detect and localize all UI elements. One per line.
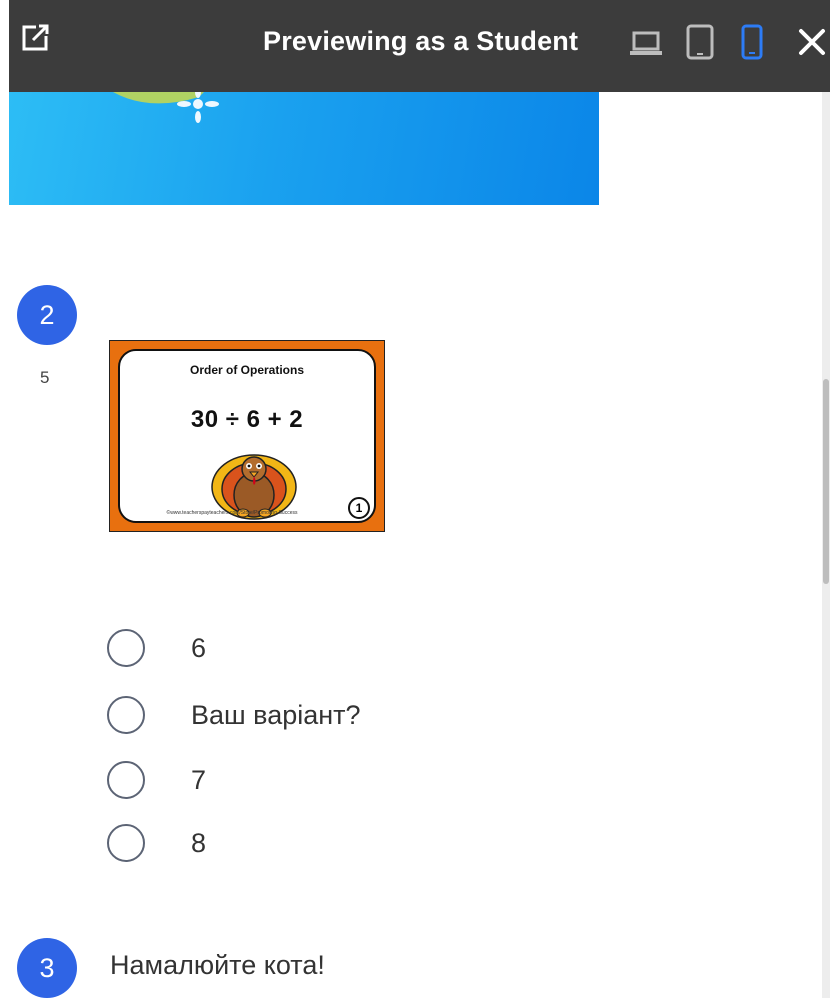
question-text: Намалюйте кота! — [110, 950, 325, 980]
phone-icon[interactable] — [739, 24, 765, 60]
card-footer: ©www.teacherspayteachers.com/Store/Promo… — [166, 510, 298, 516]
radio-button[interactable] — [107, 629, 145, 667]
answer-option[interactable]: 6 — [107, 627, 206, 669]
close-icon[interactable] — [794, 24, 830, 60]
tablet-icon[interactable] — [684, 24, 716, 60]
laptop-icon[interactable] — [629, 28, 663, 58]
option-label: 6 — [191, 632, 207, 663]
answer-option[interactable]: 8 — [107, 822, 206, 864]
header-banner — [9, 92, 599, 205]
question-number-badge: 2 — [17, 285, 77, 345]
scrollbar-thumb[interactable] — [823, 379, 829, 584]
question-points: 5 — [40, 368, 50, 387]
answer-option[interactable]: 7 — [107, 759, 206, 801]
card-number: 1 — [348, 497, 370, 519]
flower-decoration-icon — [113, 92, 219, 123]
radio-button[interactable] — [107, 761, 145, 799]
question-number-badge: 3 — [17, 938, 77, 998]
radio-button[interactable] — [107, 696, 145, 734]
option-label: Ваш варіант? — [191, 699, 361, 730]
card-frame: Order of Operations 30 ÷ 6 + 2 ©www.teac… — [118, 349, 376, 523]
answer-option[interactable]: Ваш варіант? — [107, 694, 361, 736]
option-label: 8 — [191, 827, 207, 858]
card-title: Order of Operations — [189, 363, 305, 377]
option-label: 7 — [191, 764, 207, 795]
open-external-icon[interactable] — [21, 22, 51, 52]
radio-button[interactable] — [107, 824, 145, 862]
question-image: Order of Operations 30 ÷ 6 + 2 ©www.teac… — [109, 340, 385, 532]
preview-title: Previewing as a Student — [263, 26, 579, 56]
scrollbar[interactable] — [822, 92, 830, 998]
card-expression: 30 ÷ 6 + 2 — [190, 406, 304, 433]
preview-toolbar: Previewing as a Student — [9, 0, 830, 92]
